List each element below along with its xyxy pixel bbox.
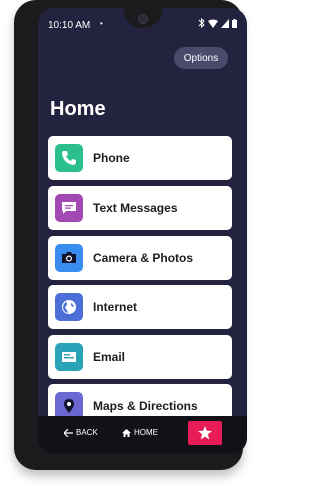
urgent-response-button[interactable] <box>188 421 222 445</box>
list-item-camera-photos[interactable]: Camera & Photos <box>48 236 232 280</box>
item-label: Text Messages <box>93 201 178 215</box>
item-label: Phone <box>93 151 130 165</box>
email-icon <box>55 343 83 371</box>
page-title: Home <box>50 98 106 120</box>
screen: 10:10 AM • Options Home Phone Text Messa… <box>38 8 247 454</box>
star-icon <box>198 426 212 440</box>
list-item-text-messages[interactable]: Text Messages <box>48 186 232 230</box>
back-button[interactable]: BACK <box>64 428 98 437</box>
front-camera-icon <box>138 14 148 24</box>
wifi-icon <box>208 19 218 28</box>
home-button[interactable]: HOME <box>122 428 158 437</box>
status-icons <box>198 18 237 28</box>
battery-icon <box>232 18 237 28</box>
home-label: HOME <box>134 428 158 437</box>
camera-icon <box>55 244 83 272</box>
signal-icon <box>221 18 229 28</box>
back-label: BACK <box>76 428 98 437</box>
arrow-left-icon <box>64 428 73 437</box>
item-label: Email <box>93 350 126 364</box>
item-label: Maps & Directions <box>93 399 198 413</box>
phone-icon <box>55 144 83 172</box>
list-item-email[interactable]: Email <box>48 335 232 379</box>
item-label: Camera & Photos <box>93 251 194 265</box>
bluetooth-icon <box>198 18 205 28</box>
item-label: Internet <box>93 300 138 314</box>
list-item-internet[interactable]: Internet <box>48 285 232 329</box>
options-button[interactable]: Options <box>174 47 228 69</box>
home-icon <box>122 428 131 437</box>
phone-frame: 10:10 AM • Options Home Phone Text Messa… <box>14 0 247 470</box>
bottom-nav: BACK HOME <box>38 416 247 454</box>
list-item-phone[interactable]: Phone <box>48 136 232 180</box>
globe-icon <box>55 293 83 321</box>
message-icon <box>55 194 83 222</box>
notification-dot-icon: • <box>100 19 103 28</box>
status-time: 10:10 AM <box>48 20 91 31</box>
